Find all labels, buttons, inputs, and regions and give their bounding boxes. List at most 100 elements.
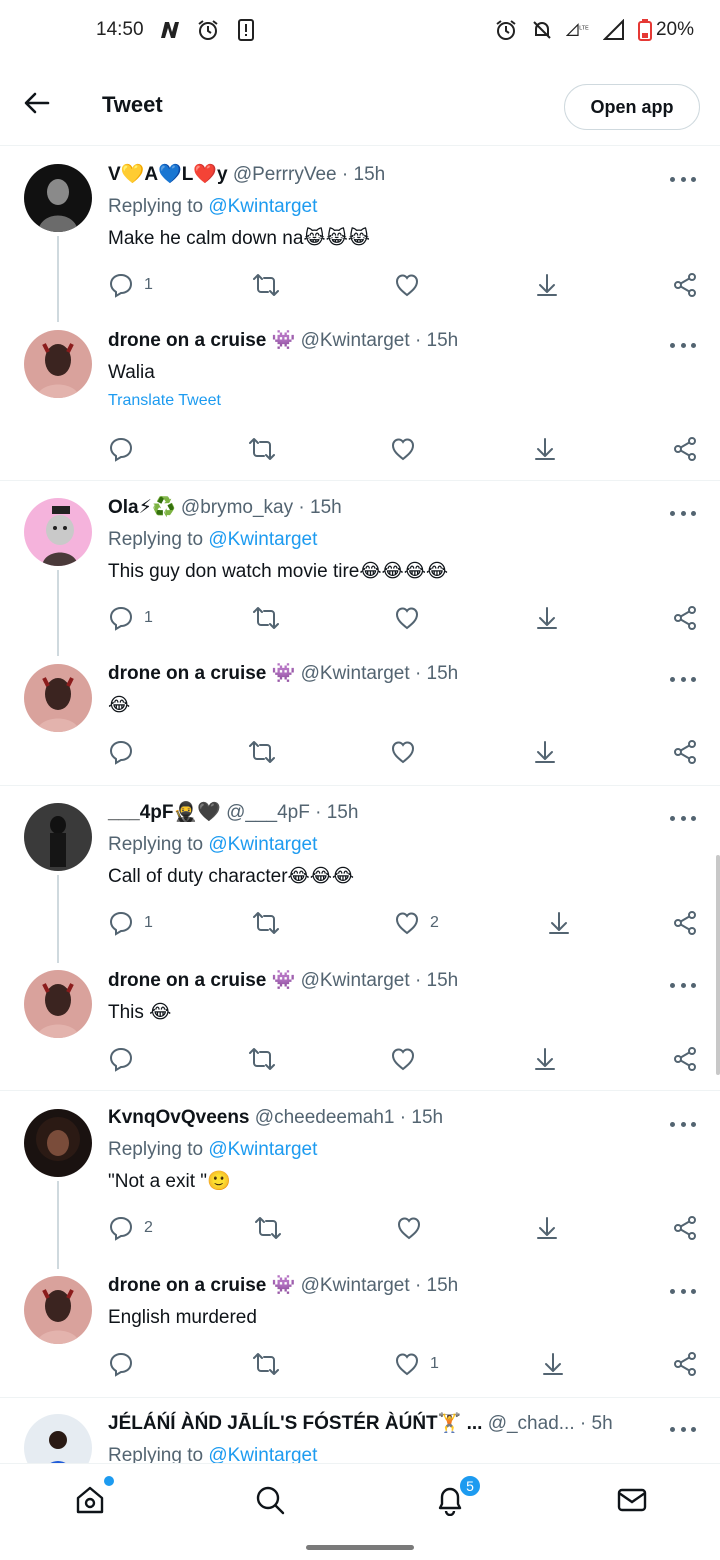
reply-button[interactable] — [108, 1044, 144, 1074]
search-tab[interactable] — [252, 1482, 288, 1518]
handle[interactable]: @Kwintarget — [301, 1275, 410, 1296]
reply-button[interactable]: 1 — [108, 603, 153, 633]
home-tab[interactable] — [72, 1476, 114, 1518]
handle[interactable]: @___4pF — [226, 802, 310, 823]
timestamp[interactable]: · 15h — [298, 497, 341, 518]
display-name[interactable]: drone on a cruise 👾 — [108, 970, 295, 991]
share-button[interactable] — [672, 270, 698, 300]
timestamp[interactable]: · 15h — [315, 802, 358, 823]
download-button[interactable] — [534, 1213, 560, 1243]
retweet-button[interactable] — [252, 270, 290, 300]
download-button[interactable] — [532, 737, 558, 767]
retweet-button[interactable] — [252, 908, 290, 938]
display-name[interactable]: KvnqOvQveens — [108, 1107, 250, 1128]
mention-link[interactable]: @Kwintarget — [208, 196, 317, 217]
like-button[interactable]: 1 — [394, 1349, 439, 1379]
tweet[interactable]: drone on a cruise 👾 @Kwintarget · 15h Wa… — [0, 318, 720, 480]
like-button[interactable]: 2 — [394, 908, 439, 938]
tweet[interactable]: V💛A💙L❤️y @PerrryVee · 15h Replying to @K… — [0, 146, 720, 322]
display-name[interactable]: drone on a cruise 👾 — [108, 330, 295, 351]
share-button[interactable] — [672, 1349, 698, 1379]
display-name[interactable]: drone on a cruise 👾 — [108, 663, 295, 684]
avatar[interactable] — [24, 1414, 92, 1464]
reply-button[interactable]: 1 — [108, 270, 153, 300]
notifications-tab[interactable]: 5 — [432, 1474, 482, 1518]
reply-button[interactable] — [108, 434, 144, 464]
handle[interactable]: @cheedeemah1 — [255, 1107, 395, 1128]
timestamp[interactable]: · 15h — [415, 330, 458, 351]
like-button[interactable] — [396, 1213, 432, 1243]
scrollbar[interactable] — [716, 855, 720, 1075]
messages-tab[interactable] — [614, 1482, 650, 1518]
share-button[interactable] — [672, 908, 698, 938]
avatar[interactable] — [24, 970, 92, 1038]
handle[interactable]: @Kwintarget — [301, 330, 410, 351]
back-arrow-icon[interactable] — [22, 88, 52, 118]
avatar[interactable] — [24, 164, 92, 232]
home-indicator[interactable] — [306, 1545, 414, 1550]
download-button[interactable] — [534, 270, 560, 300]
download-button[interactable] — [532, 1044, 558, 1074]
like-button[interactable] — [390, 1044, 426, 1074]
display-name[interactable]: drone on a cruise 👾 — [108, 1275, 295, 1296]
retweet-button[interactable] — [248, 434, 286, 464]
tweet[interactable]: drone on a cruise 👾 @Kwintarget · 15h En… — [0, 1263, 720, 1397]
retweet-button[interactable] — [252, 1349, 290, 1379]
reply-button[interactable]: 2 — [108, 1213, 153, 1243]
mention-link[interactable]: @Kwintarget — [208, 1445, 317, 1464]
handle[interactable]: @Kwintarget — [301, 663, 410, 684]
handle[interactable]: @PerrryVee — [233, 164, 337, 185]
timestamp[interactable]: · 15h — [342, 164, 385, 185]
share-button[interactable] — [672, 434, 698, 464]
timestamp[interactable]: · 15h — [415, 1275, 458, 1296]
download-button[interactable] — [540, 1349, 566, 1379]
share-button[interactable] — [672, 603, 698, 633]
avatar[interactable] — [24, 498, 92, 566]
avatar[interactable] — [24, 1276, 92, 1344]
like-button[interactable] — [390, 434, 426, 464]
avatar[interactable] — [24, 664, 92, 732]
open-app-button[interactable]: Open app — [564, 84, 700, 130]
like-button[interactable] — [394, 603, 430, 633]
mention-link[interactable]: @Kwintarget — [208, 834, 317, 855]
handle[interactable]: @_chad... — [488, 1413, 575, 1434]
tweet[interactable]: KvnqOvQveens @cheedeemah1 · 15h Replying… — [0, 1091, 720, 1269]
tweet[interactable]: drone on a cruise 👾 @Kwintarget · 15h Th… — [0, 958, 720, 1090]
mention-link[interactable]: @Kwintarget — [208, 1139, 317, 1160]
thread-line — [57, 570, 59, 656]
like-button[interactable] — [394, 270, 430, 300]
timestamp[interactable]: · 5h — [580, 1413, 613, 1434]
retweet-button[interactable] — [252, 603, 290, 633]
share-button[interactable] — [672, 1044, 698, 1074]
timestamp[interactable]: · 15h — [400, 1107, 443, 1128]
download-button[interactable] — [532, 434, 558, 464]
retweet-button[interactable] — [248, 737, 286, 767]
tweet[interactable]: drone on a cruise 👾 @Kwintarget · 15h 😂 — [0, 651, 720, 785]
handle[interactable]: @brymo_kay — [181, 497, 293, 518]
share-button[interactable] — [672, 737, 698, 767]
display-name[interactable]: V💛A💙L❤️y — [108, 164, 228, 185]
tweet[interactable]: Ola⚡♻️ @brymo_kay · 15h Replying to @Kwi… — [0, 481, 720, 656]
download-button[interactable] — [546, 908, 572, 938]
reply-button[interactable] — [108, 737, 144, 767]
tweet[interactable]: ___4pF🥷🖤 @___4pF · 15h Replying to @Kwin… — [0, 786, 720, 963]
handle[interactable]: @Kwintarget — [301, 970, 410, 991]
retweet-button[interactable] — [248, 1044, 286, 1074]
avatar[interactable] — [24, 803, 92, 871]
translate-tweet-link[interactable]: Translate Tweet — [108, 392, 696, 410]
display-name[interactable]: ___4pF🥷🖤 — [108, 802, 221, 823]
reply-button[interactable] — [108, 1349, 144, 1379]
share-button[interactable] — [672, 1213, 698, 1243]
tweet[interactable]: JÉLÁŃÍ ÀŃD JĀLÍL'S FÓSTÉR ÀÚŃT🏋️ ... @_c… — [0, 1398, 720, 1464]
avatar[interactable] — [24, 1109, 92, 1177]
timestamp[interactable]: · 15h — [415, 970, 458, 991]
avatar[interactable] — [24, 330, 92, 398]
download-button[interactable] — [534, 603, 560, 633]
like-button[interactable] — [390, 737, 426, 767]
display-name[interactable]: Ola⚡♻️ — [108, 497, 176, 518]
reply-button[interactable]: 1 — [108, 908, 153, 938]
timestamp[interactable]: · 15h — [415, 663, 458, 684]
display-name[interactable]: JÉLÁŃÍ ÀŃD JĀLÍL'S FÓSTÉR ÀÚŃT🏋️ ... — [108, 1413, 482, 1434]
mention-link[interactable]: @Kwintarget — [208, 529, 317, 550]
retweet-button[interactable] — [254, 1213, 292, 1243]
